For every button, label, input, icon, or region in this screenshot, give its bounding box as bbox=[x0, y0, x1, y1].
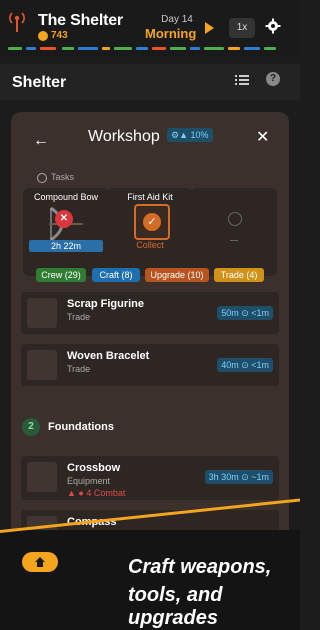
tasks-label: Tasks bbox=[37, 172, 74, 183]
cancel-icon[interactable]: ✕ bbox=[55, 210, 73, 228]
list-item-scrap-figurine[interactable]: Scrap Figurine Trade 50m ⊙ <1m bbox=[21, 292, 279, 334]
app-title: The Shelter bbox=[38, 12, 123, 29]
task-slot-empty[interactable] bbox=[191, 188, 277, 276]
speed-button[interactable]: 1x bbox=[229, 18, 255, 38]
efficiency-value: 10% bbox=[190, 130, 209, 140]
efficiency-badge: ⚙▲ 10% bbox=[167, 128, 213, 142]
category-tabs: Crew (29) Craft (8) Upgrade (10) Trade (… bbox=[11, 268, 289, 284]
day-timeline bbox=[8, 47, 278, 51]
item-time: 3h 30m ⊙ ~1m bbox=[204, 470, 273, 484]
home-icon bbox=[35, 557, 45, 567]
section-title: Foundations bbox=[48, 421, 114, 433]
item-name: Crossbow bbox=[67, 462, 121, 474]
item-category: Equipment bbox=[67, 476, 111, 486]
collect-button[interactable]: Collect bbox=[107, 240, 193, 250]
home-button[interactable] bbox=[22, 552, 58, 572]
first-aid-kit-image: ✓ bbox=[134, 204, 170, 240]
tab-craft[interactable]: Craft (8) bbox=[92, 268, 140, 282]
checkmark-icon: ✓ bbox=[143, 213, 161, 231]
time-of-day: Morning bbox=[145, 26, 197, 41]
radio-tower-icon bbox=[9, 12, 25, 32]
scrap-figurine-image bbox=[27, 298, 57, 328]
item-requirement: ▲ ● 4 Combat bbox=[67, 488, 126, 498]
play-icon[interactable] bbox=[205, 22, 214, 34]
item-category: Trade bbox=[67, 312, 91, 322]
task-name: First Aid Kit bbox=[127, 192, 173, 202]
promo-line-1: Craft weapons, bbox=[128, 556, 272, 578]
timer-icon bbox=[228, 212, 242, 226]
section-number: 2 bbox=[22, 418, 40, 436]
gear-icon[interactable] bbox=[265, 18, 281, 34]
top-bar: The Shelter 743 Day 14 Morning 1x bbox=[0, 0, 300, 56]
woven-bracelet-image bbox=[27, 350, 57, 380]
list-item-crossbow[interactable]: Crossbow Equipment ▲ ● 4 Combat 3h 30m ⊙… bbox=[21, 456, 279, 500]
empty-slot-dash bbox=[230, 240, 238, 241]
item-time: 40m ⊙ <1m bbox=[217, 358, 273, 372]
shelter-header: Shelter bbox=[0, 64, 300, 100]
workshop-panel: ← Workshop ⚙▲ 10% ✕ Tasks Compound Bow ✕… bbox=[11, 112, 289, 542]
clock-icon bbox=[37, 172, 47, 183]
task-slot-compound-bow[interactable]: Compound Bow ✕ 2h 22m bbox=[23, 188, 109, 276]
item-time: 50m ⊙ <1m bbox=[217, 306, 273, 320]
tab-crew[interactable]: Crew (29) bbox=[36, 268, 86, 282]
tasks-label-text: Tasks bbox=[51, 172, 75, 182]
task-name: Compound Bow bbox=[33, 192, 99, 202]
coin-icon bbox=[38, 31, 48, 41]
item-name: Woven Bracelet bbox=[67, 350, 150, 362]
list-icon[interactable] bbox=[235, 74, 249, 86]
close-icon[interactable]: ✕ bbox=[256, 127, 269, 147]
promo-line-2: tools, and upgrades bbox=[128, 584, 223, 629]
workshop-title: Workshop bbox=[88, 128, 160, 145]
tab-trade[interactable]: Trade (4) bbox=[214, 268, 264, 282]
tab-upgrade[interactable]: Upgrade (10) bbox=[145, 268, 209, 282]
page-title: Shelter bbox=[12, 74, 67, 91]
help-icon[interactable]: ? bbox=[266, 72, 280, 86]
item-category: Trade bbox=[67, 364, 91, 374]
item-name: Scrap Figurine bbox=[67, 298, 145, 310]
task-timer: 2h 22m bbox=[29, 240, 103, 252]
back-arrow-icon[interactable]: ← bbox=[33, 132, 49, 150]
task-slot-first-aid-kit[interactable]: First Aid Kit ✓ Collect bbox=[107, 188, 193, 276]
day-label: Day 14 bbox=[161, 14, 193, 25]
coin-count: 743 bbox=[51, 30, 68, 41]
list-item-woven-bracelet[interactable]: Woven Bracelet Trade 40m ⊙ <1m bbox=[21, 344, 279, 386]
crossbow-image bbox=[27, 462, 57, 492]
efficiency-icon: ⚙▲ bbox=[171, 130, 188, 140]
